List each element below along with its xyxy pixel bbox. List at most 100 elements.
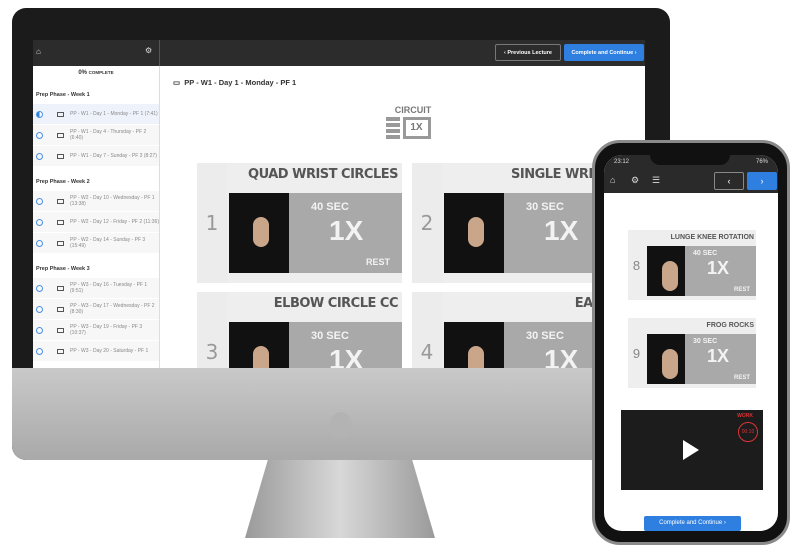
imac-chin [12, 368, 670, 460]
next-button[interactable]: › [747, 172, 777, 190]
rest-label: REST [365, 257, 390, 267]
exercise-photo [229, 193, 289, 273]
duration: 30 SEC [693, 338, 718, 345]
lecture-label: PP - W3 - Day 17 - Wednesday - PF 2 (8:3… [70, 303, 155, 315]
progress-radio-icon [36, 152, 43, 160]
lecture-item[interactable]: PP - W3 - Day 19 - Friday - PF 3 (10:37) [33, 320, 159, 341]
exercise-info: 40 SEC 1X REST [685, 246, 756, 296]
reps: 1X [329, 215, 364, 246]
duration: 30 SEC [311, 330, 349, 342]
phone-screen: 23:12 76% ⌂ ⚙ ☰ ‹ › 8 LUNGE KNEE ROTATION 4… [604, 155, 778, 531]
play-icon[interactable] [683, 440, 699, 460]
video-icon [57, 240, 64, 246]
section-title: Prep Phase - Week 2 [36, 179, 90, 185]
complete-continue-button[interactable]: Complete and Continue › [644, 516, 741, 531]
exercise-photo [229, 322, 289, 368]
exercise-name: FROG ROCKS [706, 322, 754, 329]
lecture-label: PP - W2 - Day 14 - Sunday - PF 3 (15:49) [70, 237, 146, 249]
section-title: Prep Phase - Week 1 [36, 92, 90, 98]
rest-label: REST [733, 375, 750, 381]
video-icon [57, 327, 64, 333]
video-icon [57, 285, 64, 291]
next-label: Complete and Continue [571, 49, 634, 56]
reps: 1X [544, 215, 579, 246]
lecture-label: PP - W1 - Day 7 - Sunday - PF 3 (8:27) [70, 153, 157, 159]
exercise-card: 9 FROG ROCKS 30 SEC 1X REST [628, 318, 756, 388]
previous-lecture-button[interactable]: ‹ Previous Lecture [495, 44, 561, 61]
lecture-item[interactable]: PP - W2 - Day 10 - Wednesday - PF 1 (13:… [33, 191, 159, 212]
complete-continue-button[interactable]: Complete and Continue › [564, 44, 644, 61]
lecture-item[interactable]: PP - W3 - Day 17 - Wednesday - PF 2 (8:3… [33, 299, 159, 320]
battery: 76% [755, 159, 768, 165]
progress-radio-icon [36, 197, 43, 205]
video-icon [57, 111, 64, 117]
status-time: 23:12 [614, 159, 630, 165]
circuit-label: CIRCUIT [394, 105, 432, 115]
list-icon[interactable]: ☰ [652, 175, 660, 186]
exercise-name: QUAD WRIST CIRCLES [248, 167, 398, 182]
home-icon[interactable]: ⌂ [610, 175, 615, 185]
timer: 00:10 [738, 422, 758, 442]
lecture-item[interactable]: PP - W2 - Day 12 - Friday - PF 2 (11:36) [33, 212, 159, 233]
video-icon [57, 306, 64, 312]
progress-radio-icon [36, 284, 43, 292]
progress-percent: 0% [78, 70, 87, 76]
video-icon [57, 198, 64, 204]
video-icon [57, 132, 64, 138]
lecture-item[interactable]: PP - W1 - Day 4 - Thursday - PF 2 (6:40) [33, 125, 159, 146]
circuit-icon: CIRCUIT 1X [378, 105, 438, 139]
desktop-screen: ⌂ ⚙ ‹ Previous Lecture Complete and Cont… [33, 40, 645, 368]
progress-label: COMPLETE [88, 70, 114, 75]
card-number: 3 [197, 292, 227, 368]
exercise-info: 30 SEC1XREST [289, 322, 402, 368]
duration: 40 SEC [693, 250, 718, 257]
gear-icon[interactable]: ⚙ [145, 46, 152, 55]
gear-icon[interactable]: ⚙ [631, 175, 639, 186]
sidebar: 0% COMPLETE Prep Phase - Week 1 PP - W1 -… [33, 66, 160, 368]
lecture-item[interactable]: PP - W2 - Day 14 - Sunday - PF 3 (15:49) [33, 233, 159, 254]
duration: 30 SEC [526, 330, 564, 342]
exercise-photo [647, 334, 685, 384]
home-icon[interactable]: ⌂ [36, 47, 41, 56]
phone-notch [650, 151, 730, 165]
prev-button[interactable]: ‹ [714, 172, 744, 190]
lecture-item[interactable]: PP - W1 - Day 7 - Sunday - PF 3 (8:27) [33, 146, 159, 167]
exercise-card: 3ELBOW CIRCLE CC30 SEC1XREST [197, 292, 402, 368]
reps: 1X [707, 258, 730, 278]
video-icon [57, 219, 64, 225]
lecture-item[interactable]: PP - W3 - Day 16 - Tuesday - PF 1 (9:51) [33, 278, 159, 299]
lecture-label: PP - W1 - Day 1 - Monday - PF 1 (7:41) [70, 111, 158, 117]
video-player[interactable]: WORK 00:10 [621, 410, 763, 490]
progress-radio-icon [36, 347, 43, 355]
exercise-card: 8 LUNGE KNEE ROTATION 40 SEC 1X REST [628, 230, 756, 300]
exercise-card: 1 QUAD WRIST CIRCLES 40 SEC 1X REST [197, 163, 402, 283]
exercise-photo [444, 322, 504, 368]
phone-top-bar: ⌂ ⚙ ☰ ‹ › [604, 169, 778, 193]
prev-label: Previous Lecture [507, 49, 552, 56]
exercise-info: 30 SEC1XREST [685, 334, 756, 384]
apple-logo [330, 412, 352, 438]
progress-radio-icon [36, 239, 43, 247]
lecture-label: PP - W2 - Day 12 - Friday - PF 2 (11:36) [70, 219, 160, 225]
progress-radio-icon [36, 131, 43, 139]
card-number: 2 [412, 163, 442, 283]
exercise-name: ELBOW CIRCLE CC [273, 296, 399, 311]
progress-radio-icon [36, 218, 43, 226]
exercise-photo [444, 193, 504, 273]
progress-radio-icon [36, 326, 43, 334]
duration: 30 SEC [526, 201, 564, 213]
lecture-title-text: PP - W1 - Day 1 - Monday - PF 1 [184, 78, 297, 87]
progress: 0% COMPLETE [33, 66, 159, 80]
lecture-label: PP - W1 - Day 4 - Thursday - PF 2 (6:40) [70, 129, 147, 141]
lecture-item[interactable]: PP - W3 - Day 20 - Saturday - PF 1 [33, 341, 159, 362]
rest-label: REST [733, 287, 750, 293]
lecture-label: PP - W2 - Day 10 - Wednesday - PF 1 (13:… [70, 195, 155, 207]
card-number: 1 [197, 163, 227, 283]
circuit-count: 1X [402, 117, 431, 139]
lecture-item[interactable]: PP - W1 - Day 1 - Monday - PF 1 (7:41) [33, 104, 159, 125]
imac-stand [245, 460, 435, 538]
phone-frame: 23:12 76% ⌂ ⚙ ☰ ‹ › 8 LUNGE KNEE ROTATION 4… [592, 140, 790, 545]
card-number: 9 [632, 345, 641, 361]
reps: 1X [329, 344, 364, 368]
card-number: 4 [412, 292, 442, 368]
